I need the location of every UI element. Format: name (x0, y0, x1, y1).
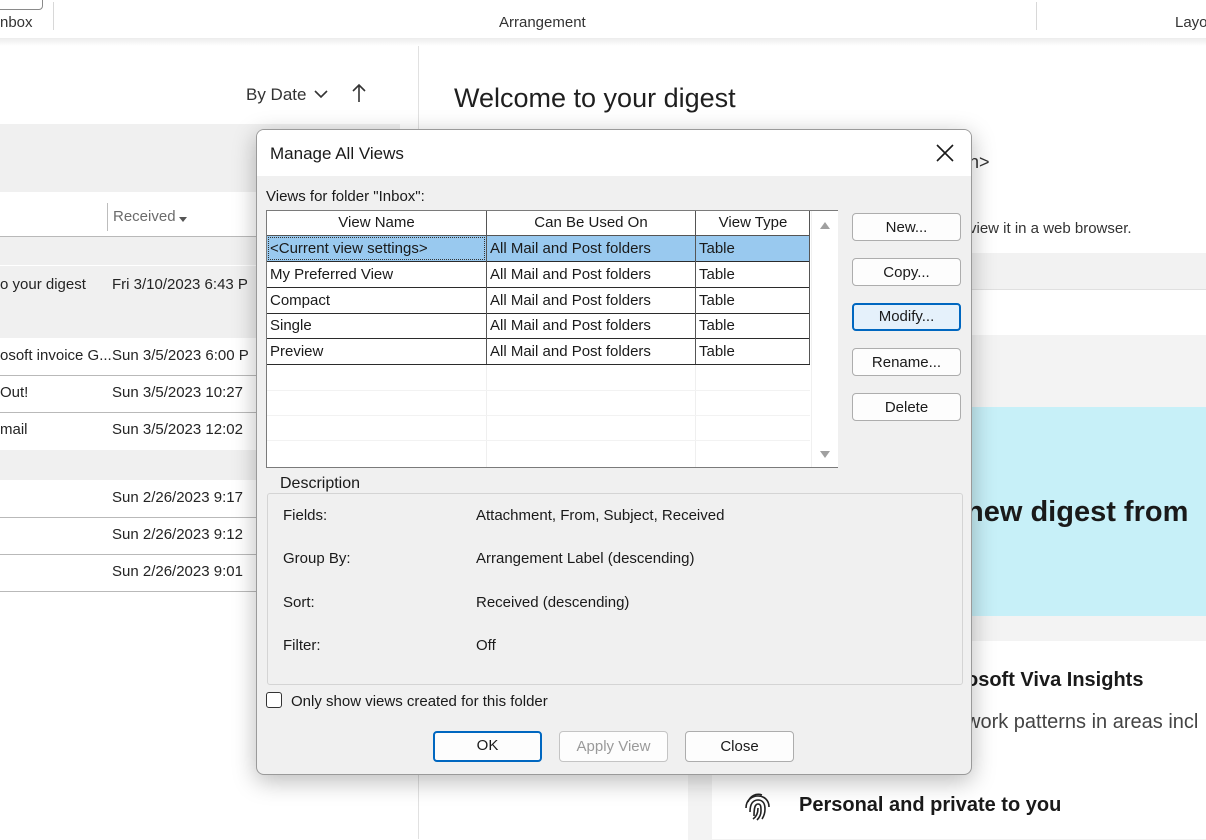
scroll-down-arrow-icon[interactable] (819, 447, 831, 465)
close-icon (936, 144, 954, 167)
column-separator (695, 211, 696, 364)
new-button[interactable]: New... (852, 213, 961, 241)
column-separator (809, 211, 810, 364)
column-header-received[interactable]: Received (113, 208, 176, 225)
manage-all-views-dialog: Manage All Views Views for folder "Inbox… (256, 129, 972, 775)
vertical-scrollbar[interactable] (811, 211, 838, 467)
column-header-view-name[interactable]: View Name (267, 211, 486, 236)
column-header-view-type[interactable]: View Type (696, 211, 810, 236)
message-title: Welcome to your digest (454, 83, 736, 113)
column-separator (695, 365, 696, 467)
fields-label: Fields: (283, 507, 328, 524)
group-by-label: Group By: (283, 550, 351, 567)
fields-value: Attachment, From, Subject, Received (476, 507, 725, 524)
sort-value: Received (descending) (476, 594, 630, 611)
ribbon-separator (1036, 2, 1037, 30)
view-name-cell: <Current view settings> (267, 236, 486, 261)
ribbon-group-layout: Layo (1175, 14, 1206, 31)
ok-button[interactable]: OK (433, 731, 542, 762)
ribbon-shadow (0, 38, 1206, 46)
list-item-subject: Out! (0, 384, 29, 401)
list-item-received: Sun 3/5/2023 12:02 (112, 421, 243, 438)
copy-button[interactable]: Copy... (852, 258, 961, 286)
list-item-received: Sun 2/26/2023 9:17 (112, 489, 243, 506)
list-item-subject: mail (0, 421, 28, 438)
column-divider (107, 203, 108, 231)
view-row[interactable]: Compact All Mail and Post folders Table (267, 288, 810, 314)
viva-insights-heading: osoft Viva Insights (966, 669, 1144, 691)
column-separator (486, 365, 487, 467)
list-item-subject: o your digest (0, 276, 86, 293)
used-on-cell: All Mail and Post folders (490, 240, 651, 257)
group-by-value: Arrangement Label (descending) (476, 550, 695, 567)
used-on-cell: All Mail and Post folders (490, 292, 651, 309)
personal-private-heading: Personal and private to you (799, 794, 1062, 816)
view-name-cell: Compact (270, 292, 331, 309)
description-legend: Description (276, 475, 365, 493)
filter-label: Filter: (283, 637, 321, 654)
sort-arrow-up-icon[interactable] (349, 82, 369, 109)
close-dialog-button[interactable]: Close (685, 731, 794, 762)
sort-label: Sort: (283, 594, 315, 611)
list-item-received: Sun 2/26/2023 9:12 (112, 526, 243, 543)
work-patterns-text: work patterns in areas incl (966, 711, 1199, 733)
used-on-cell: All Mail and Post folders (490, 317, 651, 334)
ribbon: nbox Arrangement Layo (0, 0, 1206, 39)
view-type-cell: Table (699, 317, 735, 334)
views-for-folder-label: Views for folder "Inbox": (266, 188, 425, 205)
ribbon-inbox-label: nbox (0, 14, 33, 31)
delete-button[interactable]: Delete (852, 393, 961, 421)
fingerprint-icon (742, 790, 774, 827)
sender-fragment: n> (969, 152, 990, 172)
used-on-cell: All Mail and Post folders (490, 343, 651, 360)
only-this-folder-label[interactable]: Only show views created for this folder (291, 693, 548, 710)
banner-heading: new digest from (966, 496, 1189, 528)
view-type-cell: Table (699, 240, 735, 257)
column-separator (486, 211, 487, 364)
ribbon-button[interactable] (0, 0, 43, 10)
list-item-subject: osoft invoice G... (0, 347, 112, 364)
view-row[interactable]: Preview All Mail and Post folders Table (267, 339, 810, 365)
view-name-cell: Single (270, 317, 312, 334)
column-header-can-be-used-on[interactable]: Can Be Used On (487, 211, 695, 236)
filter-value: Off (476, 637, 496, 654)
row-separator (267, 415, 810, 416)
chevron-down-icon[interactable] (313, 86, 329, 107)
dialog-title: Manage All Views (270, 144, 404, 163)
used-on-cell: All Mail and Post folders (490, 266, 651, 283)
content-stripe (969, 253, 1206, 289)
view-row[interactable]: Single All Mail and Post folders Table (267, 313, 810, 339)
modify-button[interactable]: Modify... (852, 303, 961, 331)
sort-caret-icon (178, 211, 188, 229)
views-table[interactable]: View Name Can Be Used On View Type <Curr… (266, 210, 838, 468)
ribbon-separator (53, 2, 54, 30)
view-name-cell: Preview (270, 343, 324, 360)
view-row[interactable]: My Preferred View All Mail and Post fold… (267, 262, 810, 288)
dialog-titlebar: Manage All Views (257, 130, 971, 176)
list-item-received: Sun 3/5/2023 6:00 P (112, 347, 249, 364)
list-item-received: Sun 3/5/2023 10:27 (112, 384, 243, 401)
sort-by-date[interactable]: By Date (246, 85, 306, 105)
view-row-current[interactable]: <Current view settings> All Mail and Pos… (267, 236, 810, 262)
view-type-cell: Table (699, 292, 735, 309)
list-item-received: Fri 3/10/2023 6:43 P (112, 276, 248, 293)
row-separator (267, 390, 810, 391)
view-type-cell: Table (699, 266, 735, 283)
web-browser-link-text[interactable]: view it in a web browser. (969, 220, 1132, 237)
scroll-up-arrow-icon[interactable] (819, 217, 831, 235)
view-name-cell: My Preferred View (270, 266, 394, 283)
ribbon-group-arrangement: Arrangement (499, 14, 586, 31)
divider (969, 289, 1206, 290)
rename-button[interactable]: Rename... (852, 348, 961, 376)
row-separator (267, 440, 810, 441)
close-button[interactable] (927, 138, 963, 168)
only-this-folder-checkbox[interactable] (266, 692, 282, 708)
list-item-received: Sun 2/26/2023 9:01 (112, 563, 243, 580)
view-type-cell: Table (699, 343, 735, 360)
apply-view-button[interactable]: Apply View (559, 731, 668, 762)
